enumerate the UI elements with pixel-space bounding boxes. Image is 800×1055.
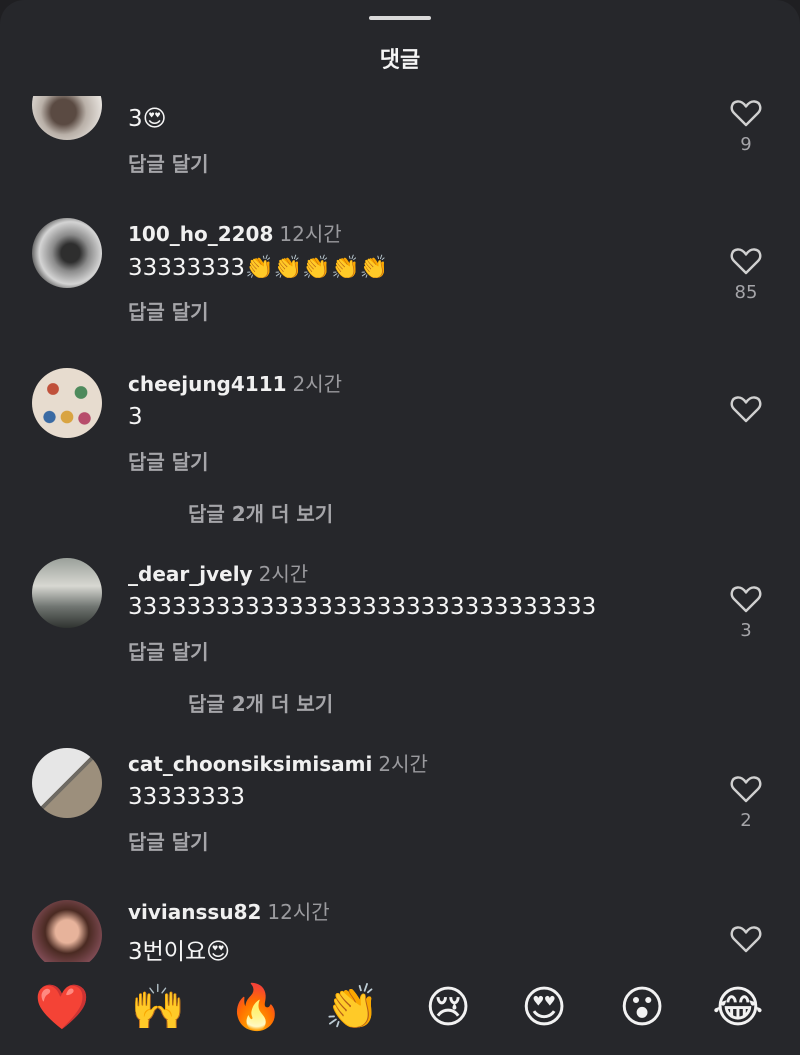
like-button[interactable]: 85 <box>726 246 766 303</box>
heart-outline-icon <box>730 776 762 803</box>
comment-text: 33333333 <box>128 784 246 810</box>
view-more-replies[interactable]: 답글 2개 더 보기 <box>188 498 333 527</box>
avatar[interactable] <box>32 368 102 438</box>
comment-time: 2시간 <box>258 562 309 586</box>
view-more-replies[interactable]: 답글 2개 더 보기 <box>188 688 333 717</box>
heart-eyes-emoji-button[interactable]: 😍 <box>514 980 574 1036</box>
heart-outline-icon <box>730 100 762 127</box>
avatar[interactable] <box>32 900 102 962</box>
heart-outline-icon <box>730 396 762 423</box>
fire-emoji-button[interactable]: 🔥 <box>226 980 286 1036</box>
surprised-emoji-button[interactable]: 😮 <box>612 980 672 1036</box>
username[interactable]: _dear_jvely <box>128 562 253 586</box>
username[interactable]: cheejung4111 <box>128 372 287 396</box>
comment-text: 33333333333333333333333333333333 <box>128 594 597 620</box>
reply-button[interactable]: 답글 달기 <box>128 826 209 855</box>
like-button[interactable] <box>726 394 766 424</box>
sheet-title: 댓글 <box>379 48 421 73</box>
comment-header: cheejung4111 2시간 <box>128 368 342 397</box>
heart-outline-icon <box>730 926 762 953</box>
reply-button[interactable]: 답글 달기 <box>128 446 209 475</box>
avatar[interactable] <box>32 218 102 288</box>
username[interactable]: 100_ho_2208 <box>128 222 273 246</box>
drag-handle[interactable] <box>369 16 431 20</box>
username[interactable]: cat_choonsiksimisami <box>128 752 372 776</box>
like-count: 9 <box>740 134 752 155</box>
clap-emoji-button[interactable]: 👏 <box>322 980 382 1036</box>
comment-text: 33333333👏👏👏👏👏 <box>128 255 389 281</box>
emoji-reaction-bar: ❤️ 🙌 🔥 👏 😢 😍 😮 😂 <box>0 962 800 1055</box>
like-button[interactable]: 3 <box>726 584 766 641</box>
like-button[interactable] <box>726 924 766 954</box>
comment-list[interactable]: 3😍 답글 달기 9 100_ho_2208 12시간 33333333👏👏👏👏👏… <box>0 96 800 962</box>
comment-header: 100_ho_2208 12시간 <box>128 218 342 247</box>
comment-time: 12시간 <box>279 222 342 246</box>
laughing-emoji-button[interactable]: 😂 <box>708 980 768 1036</box>
crying-emoji-button[interactable]: 😢 <box>418 980 478 1036</box>
comment-text: 3번이요😍 <box>128 939 231 962</box>
heart-outline-icon <box>730 586 762 613</box>
reply-button[interactable]: 답글 달기 <box>128 148 209 177</box>
raised-hands-emoji-button[interactable]: 🙌 <box>128 980 188 1036</box>
like-button[interactable]: 2 <box>726 774 766 831</box>
avatar[interactable] <box>32 96 102 140</box>
reply-button[interactable]: 답글 달기 <box>128 636 209 665</box>
comment-time: 2시간 <box>378 752 428 776</box>
comment-text: 3😍 <box>128 106 167 132</box>
comment-header: cat_choonsiksimisami 2시간 <box>128 748 428 777</box>
reply-button[interactable]: 답글 달기 <box>128 296 209 325</box>
comment-text: 3 <box>128 404 143 430</box>
comment-header: vivianssu82 12시간 <box>128 896 330 925</box>
comment-time: 2시간 <box>292 372 343 396</box>
like-count: 3 <box>740 620 752 641</box>
heart-emoji-button[interactable]: ❤️ <box>32 980 92 1036</box>
like-count: 85 <box>734 282 758 303</box>
comment-time: 12시간 <box>267 900 330 924</box>
avatar[interactable] <box>32 558 102 628</box>
like-button[interactable]: 9 <box>726 98 766 155</box>
avatar[interactable] <box>32 748 102 818</box>
comment-header: _dear_jvely 2시간 <box>128 558 308 587</box>
like-count: 2 <box>740 810 752 831</box>
username[interactable]: vivianssu82 <box>128 900 261 924</box>
heart-outline-icon <box>730 248 762 275</box>
comments-sheet: 댓글 3😍 답글 달기 9 100_ho_2208 12시간 33333333👏👏… <box>0 0 800 1055</box>
